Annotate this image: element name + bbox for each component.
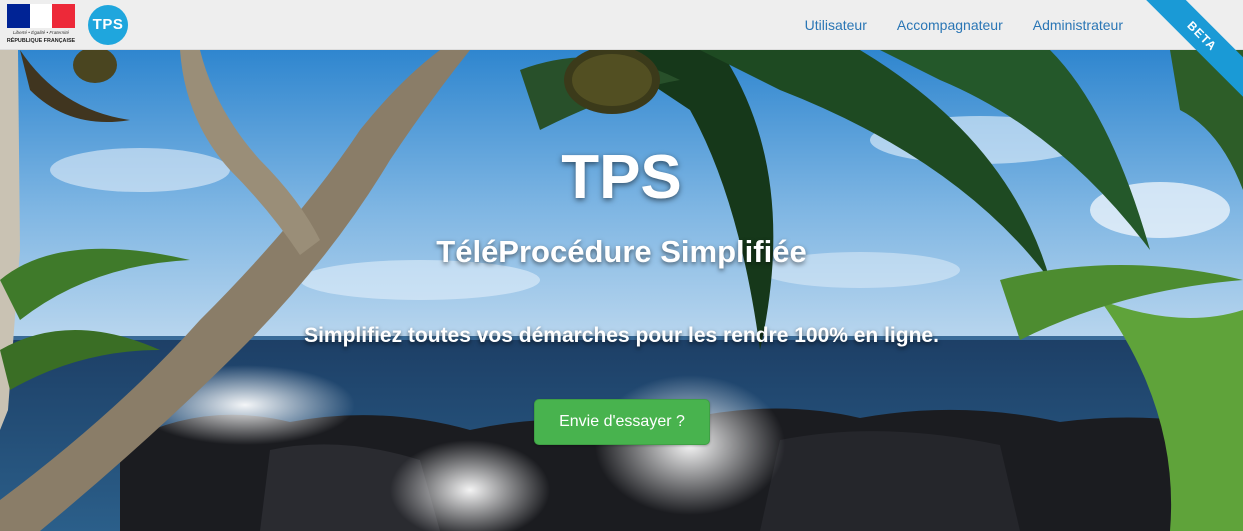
marianne-logo[interactable]: Liberté • Égalité • Fraternité RÉPUBLIQU… xyxy=(6,4,76,46)
try-it-button[interactable]: Envie d'essayer ? xyxy=(534,399,710,445)
gov-republic-label: RÉPUBLIQUE FRANÇAISE xyxy=(6,38,76,44)
hero-subtitle: TéléProcédure Simplifiée xyxy=(436,234,807,269)
top-navbar: Liberté • Égalité • Fraternité RÉPUBLIQU… xyxy=(0,0,1243,50)
gov-motto: Liberté • Égalité • Fraternité xyxy=(12,30,70,35)
hero-banner: TPS TéléProcédure Simplifiée Simplifiez … xyxy=(0,50,1243,531)
nav-link-utilisateur[interactable]: Utilisateur xyxy=(805,17,867,33)
hero-title: TPS xyxy=(561,143,682,212)
beta-ribbon-container: BETA xyxy=(1133,0,1243,110)
nav-link-accompagnateur[interactable]: Accompagnateur xyxy=(897,17,1003,33)
hero-content: TPS TéléProcédure Simplifiée Simplifiez … xyxy=(0,50,1243,531)
hero-tagline: Simplifiez toutes vos démarches pour les… xyxy=(304,324,939,347)
tps-logo[interactable]: TPS xyxy=(88,5,128,45)
beta-ribbon: BETA xyxy=(1133,0,1243,107)
french-flag-icon xyxy=(7,4,76,28)
main-nav: Utilisateur Accompagnateur Administrateu… xyxy=(775,0,1123,49)
nav-link-administrateur[interactable]: Administrateur xyxy=(1033,17,1123,33)
